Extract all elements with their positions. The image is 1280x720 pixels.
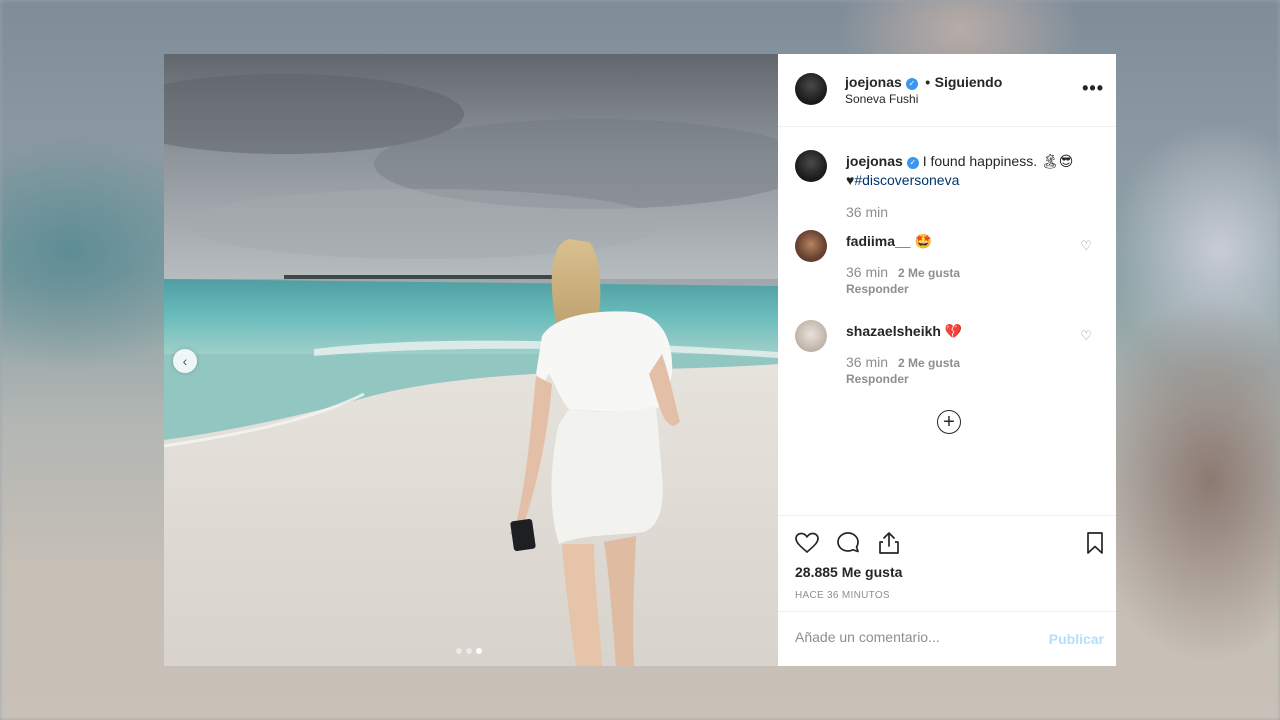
caption-text: I found happiness. 🏝😎	[922, 153, 1074, 169]
carousel-dot	[466, 648, 472, 654]
post-timestamp[interactable]: HACE 36 MINUTOS	[795, 590, 890, 601]
likes-count[interactable]: 28.885 Me gusta	[795, 564, 902, 580]
verified-badge-icon: ✓	[906, 157, 919, 169]
header-separator: •	[925, 74, 931, 90]
reply-button[interactable]: Responder	[846, 372, 909, 386]
post-location[interactable]: Soneva Fushi	[845, 92, 918, 106]
commenter-avatar[interactable]	[795, 320, 827, 352]
comment-bubble-icon[interactable]	[835, 530, 861, 556]
author-username[interactable]: joejonas	[845, 74, 902, 90]
comment-likes[interactable]: 2 Me gusta	[898, 266, 960, 280]
caption-username[interactable]: joejonas	[846, 153, 903, 169]
reply-button[interactable]: Responder	[846, 282, 909, 296]
post-photo[interactable]	[164, 54, 778, 666]
like-heart-icon[interactable]	[794, 530, 820, 556]
hashtag-link[interactable]: #discoversoneva	[854, 172, 959, 188]
post-side-panel: joejonas ✓ • Siguiendo Soneva Fushi ••• j…	[778, 54, 1116, 666]
comment-time[interactable]: 36 min	[846, 354, 888, 370]
carousel-dot-active	[476, 648, 482, 654]
add-comment-input[interactable]	[795, 629, 1035, 645]
add-comment-bar: Publicar	[778, 611, 1116, 666]
post-actions: 28.885 Me gusta HACE 36 MINUTOS	[778, 515, 1116, 611]
author-avatar[interactable]	[795, 73, 827, 105]
share-icon[interactable]	[876, 530, 902, 556]
caption-avatar[interactable]	[795, 150, 827, 182]
beach-photo-illustration	[164, 54, 778, 666]
save-bookmark-icon[interactable]	[1082, 530, 1108, 556]
publish-comment-button[interactable]: Publicar	[1049, 631, 1104, 647]
comment-text-block: shazaelsheikh 💔	[846, 322, 1101, 341]
like-comment-heart-icon[interactable]: ♡	[1080, 238, 1092, 254]
commenter-avatar[interactable]	[795, 230, 827, 262]
carousel-dot	[456, 648, 462, 654]
like-comment-heart-icon[interactable]: ♡	[1080, 328, 1092, 344]
comment-text-block: fadiima__ 🤩	[846, 232, 1101, 251]
post-header: joejonas ✓ • Siguiendo Soneva Fushi •••	[778, 54, 1116, 127]
carousel-dots	[456, 648, 482, 654]
comment-meta: 36 min 2 Me gusta	[846, 264, 960, 280]
comment-time[interactable]: 36 min	[846, 264, 888, 280]
header-title: joejonas ✓ • Siguiendo	[845, 74, 1002, 92]
load-more-comments-icon[interactable]: +	[937, 410, 961, 434]
commenter-username[interactable]: fadiima__	[846, 233, 911, 249]
caption-text-block: joejonas ✓ I found happiness. 🏝😎 ♥#discov…	[846, 152, 1101, 190]
caption-time[interactable]: 36 min	[846, 204, 888, 220]
verified-badge-icon: ✓	[905, 78, 918, 90]
previous-photo-button[interactable]: ‹	[173, 349, 197, 373]
follow-status-button[interactable]: Siguiendo	[935, 74, 1003, 90]
comment-text: 🤩	[914, 233, 932, 249]
more-options-icon[interactable]: •••	[1082, 78, 1104, 99]
comment-meta: 36 min 2 Me gusta	[846, 354, 960, 370]
commenter-username[interactable]: shazaelsheikh	[846, 323, 941, 339]
comment-likes[interactable]: 2 Me gusta	[898, 356, 960, 370]
comment-text: 💔	[944, 323, 963, 339]
